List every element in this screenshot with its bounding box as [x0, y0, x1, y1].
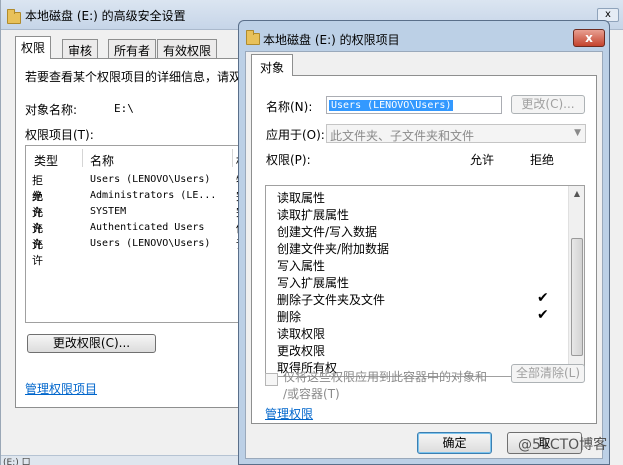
tab-auditing[interactable]: 审核 — [62, 39, 99, 58]
change-name-button[interactable]: 更改(C)... — [511, 95, 585, 114]
deny-check-icon[interactable]: ✔ — [537, 307, 549, 323]
folder-icon — [7, 9, 21, 24]
scroll-up-icon[interactable]: ▲ — [569, 186, 584, 202]
tab-effective-permissions[interactable]: 有效权限 — [157, 39, 218, 58]
scroll-thumb[interactable] — [571, 238, 583, 356]
chevron-down-icon: ▼ — [574, 128, 581, 138]
change-permissions-button[interactable]: 更改权限(C)... — [27, 334, 156, 353]
manage-permission-entries-link[interactable]: 管理权限项目 — [25, 380, 97, 397]
list-item[interactable]: 写入属性 — [277, 257, 325, 274]
taskbar-fragment: (E:) 口 — [1, 455, 241, 465]
list-item[interactable]: 删除 ✔ — [277, 307, 549, 325]
permissions-list[interactable]: 读取属性 读取扩展属性 创建文件/写入数据 创建文件夹/附加数据 写入属性 写入… — [265, 185, 585, 377]
tab-owner[interactable]: 所有者 — [108, 39, 157, 58]
list-item[interactable]: 删除子文件夹及文件 ✔ — [277, 290, 549, 308]
object-name-label: 对象名称: — [25, 103, 78, 117]
dialog-title: 本地磁盘 (E:) 的权限项目 — [263, 33, 400, 47]
object-name-value: E:\ — [114, 102, 134, 115]
window-title: 本地磁盘 (E:) 的高级安全设置 — [25, 9, 186, 23]
scrollbar[interactable]: ▲ ▼ — [568, 186, 584, 376]
folder-icon — [246, 30, 260, 45]
list-item[interactable]: 创建文件夹/附加数据 — [277, 240, 389, 257]
allow-column-header: 允许 — [470, 153, 495, 167]
list-item[interactable]: 读取属性 — [277, 189, 325, 206]
deny-column-header: 拒绝 — [530, 153, 555, 167]
column-divider[interactable] — [232, 149, 233, 167]
permissions-label: 权限(P): — [266, 153, 311, 167]
column-header-type[interactable]: 类型 — [34, 152, 58, 169]
apply-to-label: 应用于(O): — [266, 128, 325, 142]
list-item[interactable]: 更改权限 — [277, 342, 325, 359]
column-header-name[interactable]: 名称 — [90, 152, 114, 169]
apply-to-select[interactable]: 此文件夹、子文件夹和文件 ▼ — [326, 124, 586, 143]
entries-label: 权限项目(T): — [25, 128, 94, 142]
permission-entries-table[interactable]: 类型 名称 权 拒绝 Users (LENOVO\Users) 特 允许 Adm… — [25, 145, 248, 323]
close-button[interactable]: x — [573, 29, 605, 47]
info-text: 若要查看某个权限项目的详细信息，请双 — [25, 70, 242, 84]
column-divider[interactable] — [82, 149, 83, 167]
watermark: @51CTO博客 — [518, 437, 608, 453]
list-item[interactable]: 写入扩展属性 — [277, 274, 349, 291]
name-label: 名称(N): — [266, 100, 313, 114]
apply-only-label: 仅将这些权限应用到此容器中的对象和 /或容器(T) — [283, 370, 488, 401]
list-item[interactable]: 读取权限 — [277, 325, 325, 342]
deny-check-icon[interactable]: ✔ — [537, 290, 549, 306]
ok-button[interactable]: 确定 — [417, 432, 492, 454]
apply-only-checkbox[interactable] — [265, 373, 278, 386]
clear-all-button[interactable]: 全部清除(L) — [511, 364, 585, 383]
permission-entry-dialog: 本地磁盘 (E:) 的权限项目 x 对象 名称(N): Users (LENOV… — [238, 20, 610, 465]
tab-permissions[interactable]: 权限 — [15, 36, 52, 59]
list-item[interactable]: 创建文件/写入数据 — [277, 223, 377, 240]
tab-object[interactable]: 对象 — [251, 54, 293, 76]
list-item[interactable]: 读取扩展属性 — [277, 206, 349, 223]
name-field[interactable]: Users (LENOVO\Users) — [326, 96, 502, 114]
manage-permissions-link[interactable]: 管理权限 — [265, 405, 313, 422]
